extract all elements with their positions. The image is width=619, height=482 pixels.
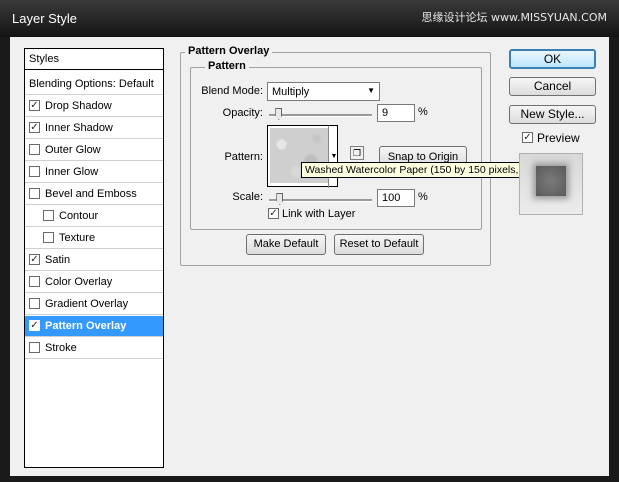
link-with-layer-checkbox[interactable]: ✓: [268, 208, 279, 219]
style-item-label: Satin: [45, 254, 71, 266]
styles-list-item[interactable]: Blending Options: Default: [25, 74, 163, 95]
styles-list-item[interactable]: Contour: [25, 206, 163, 227]
opacity-slider-track[interactable]: [269, 114, 372, 117]
ok-button[interactable]: OK: [509, 49, 596, 69]
style-checkbox[interactable]: [29, 144, 40, 155]
reset-to-default-button[interactable]: Reset to Default: [334, 234, 424, 255]
style-preview: [519, 153, 583, 215]
style-item-label: Outer Glow: [45, 144, 101, 156]
dialog-body: Styles Blending Options: Default ✓ Drop Sh…: [10, 37, 609, 476]
pattern-group-title: Pattern: [205, 60, 249, 72]
preview-label: Preview: [537, 131, 580, 145]
styles-list-item[interactable]: Outer Glow: [25, 140, 163, 161]
style-checkbox[interactable]: [29, 342, 40, 353]
opacity-unit: %: [418, 106, 428, 118]
style-item-label: Drop Shadow: [45, 100, 112, 112]
style-checkbox[interactable]: ✓: [29, 100, 40, 111]
style-item-label: Stroke: [45, 342, 77, 354]
scale-input[interactable]: 100: [377, 189, 415, 207]
styles-list-item[interactable]: Inner Glow: [25, 162, 163, 183]
styles-list-item[interactable]: ✓ Pattern Overlay: [25, 316, 163, 337]
style-checkbox[interactable]: ✓: [29, 254, 40, 265]
new-preset-icon[interactable]: ❐: [350, 146, 364, 160]
style-item-label: Color Overlay: [45, 276, 113, 288]
pattern-overlay-title: Pattern Overlay: [185, 45, 273, 57]
blend-mode-value: Multiply: [272, 86, 310, 98]
style-checkbox[interactable]: [29, 188, 40, 199]
style-item-label: Gradient Overlay: [45, 298, 129, 310]
opacity-input[interactable]: 9: [377, 104, 415, 122]
scale-value: 100: [382, 192, 401, 204]
chevron-down-icon[interactable]: ▼: [328, 126, 339, 188]
styles-list-item[interactable]: Color Overlay: [25, 272, 163, 293]
styles-list-item[interactable]: Stroke: [25, 338, 163, 359]
styles-header-label: Styles: [29, 53, 59, 65]
style-checkbox[interactable]: [29, 166, 40, 177]
styles-list-item[interactable]: ✓ Drop Shadow: [25, 96, 163, 117]
style-item-label: Texture: [59, 232, 96, 244]
style-checkbox[interactable]: [43, 232, 54, 243]
pattern-label: Pattern:: [224, 151, 263, 163]
style-item-label: Blending Options: Default: [29, 78, 154, 90]
preview-swatch: [536, 166, 566, 196]
styles-list: Styles Blending Options: Default ✓ Drop Sh…: [24, 48, 164, 468]
style-checkbox[interactable]: [43, 210, 54, 221]
style-item-label: Inner Glow: [45, 166, 99, 178]
chevron-down-icon: ▼: [367, 86, 375, 95]
opacity-value: 9: [382, 107, 389, 119]
title-bar[interactable]: Layer Style 思缘设计论坛 www.MISSYUAN.COM: [0, 0, 619, 37]
watermark-text: 思缘设计论坛 www.MISSYUAN.COM: [421, 11, 607, 24]
styles-list-item[interactable]: Bevel and Emboss: [25, 184, 163, 205]
scale-slider-track[interactable]: [269, 199, 372, 202]
cancel-button[interactable]: Cancel: [509, 77, 596, 96]
new-style-button[interactable]: New Style...: [509, 105, 596, 124]
window-title: Layer Style: [12, 11, 78, 26]
style-item-label: Contour: [59, 210, 99, 222]
style-checkbox[interactable]: [29, 298, 40, 309]
style-checkbox[interactable]: [29, 276, 40, 287]
styles-list-item[interactable]: Gradient Overlay: [25, 294, 163, 315]
styles-list-header[interactable]: Styles: [25, 49, 163, 70]
styles-list-item[interactable]: ✓ Satin: [25, 250, 163, 271]
style-item-label: Inner Shadow: [45, 122, 113, 134]
style-checkbox[interactable]: ✓: [29, 320, 40, 331]
style-checkbox[interactable]: ✓: [29, 122, 40, 133]
link-with-layer-label: Link with Layer: [282, 208, 356, 220]
styles-list-item[interactable]: Texture: [25, 228, 163, 249]
blend-mode-label: Blend Mode:: [201, 85, 263, 97]
scale-label: Scale:: [232, 191, 263, 203]
style-item-label: Pattern Overlay: [45, 320, 127, 332]
scale-unit: %: [418, 191, 428, 203]
style-item-label: Bevel and Emboss: [45, 188, 137, 200]
blend-mode-select[interactable]: Multiply ▼: [267, 82, 380, 101]
opacity-label: Opacity:: [222, 107, 263, 119]
styles-list-item[interactable]: ✓ Inner Shadow: [25, 118, 163, 139]
preview-checkbox[interactable]: ✓: [522, 132, 533, 143]
make-default-button[interactable]: Make Default: [246, 234, 326, 255]
